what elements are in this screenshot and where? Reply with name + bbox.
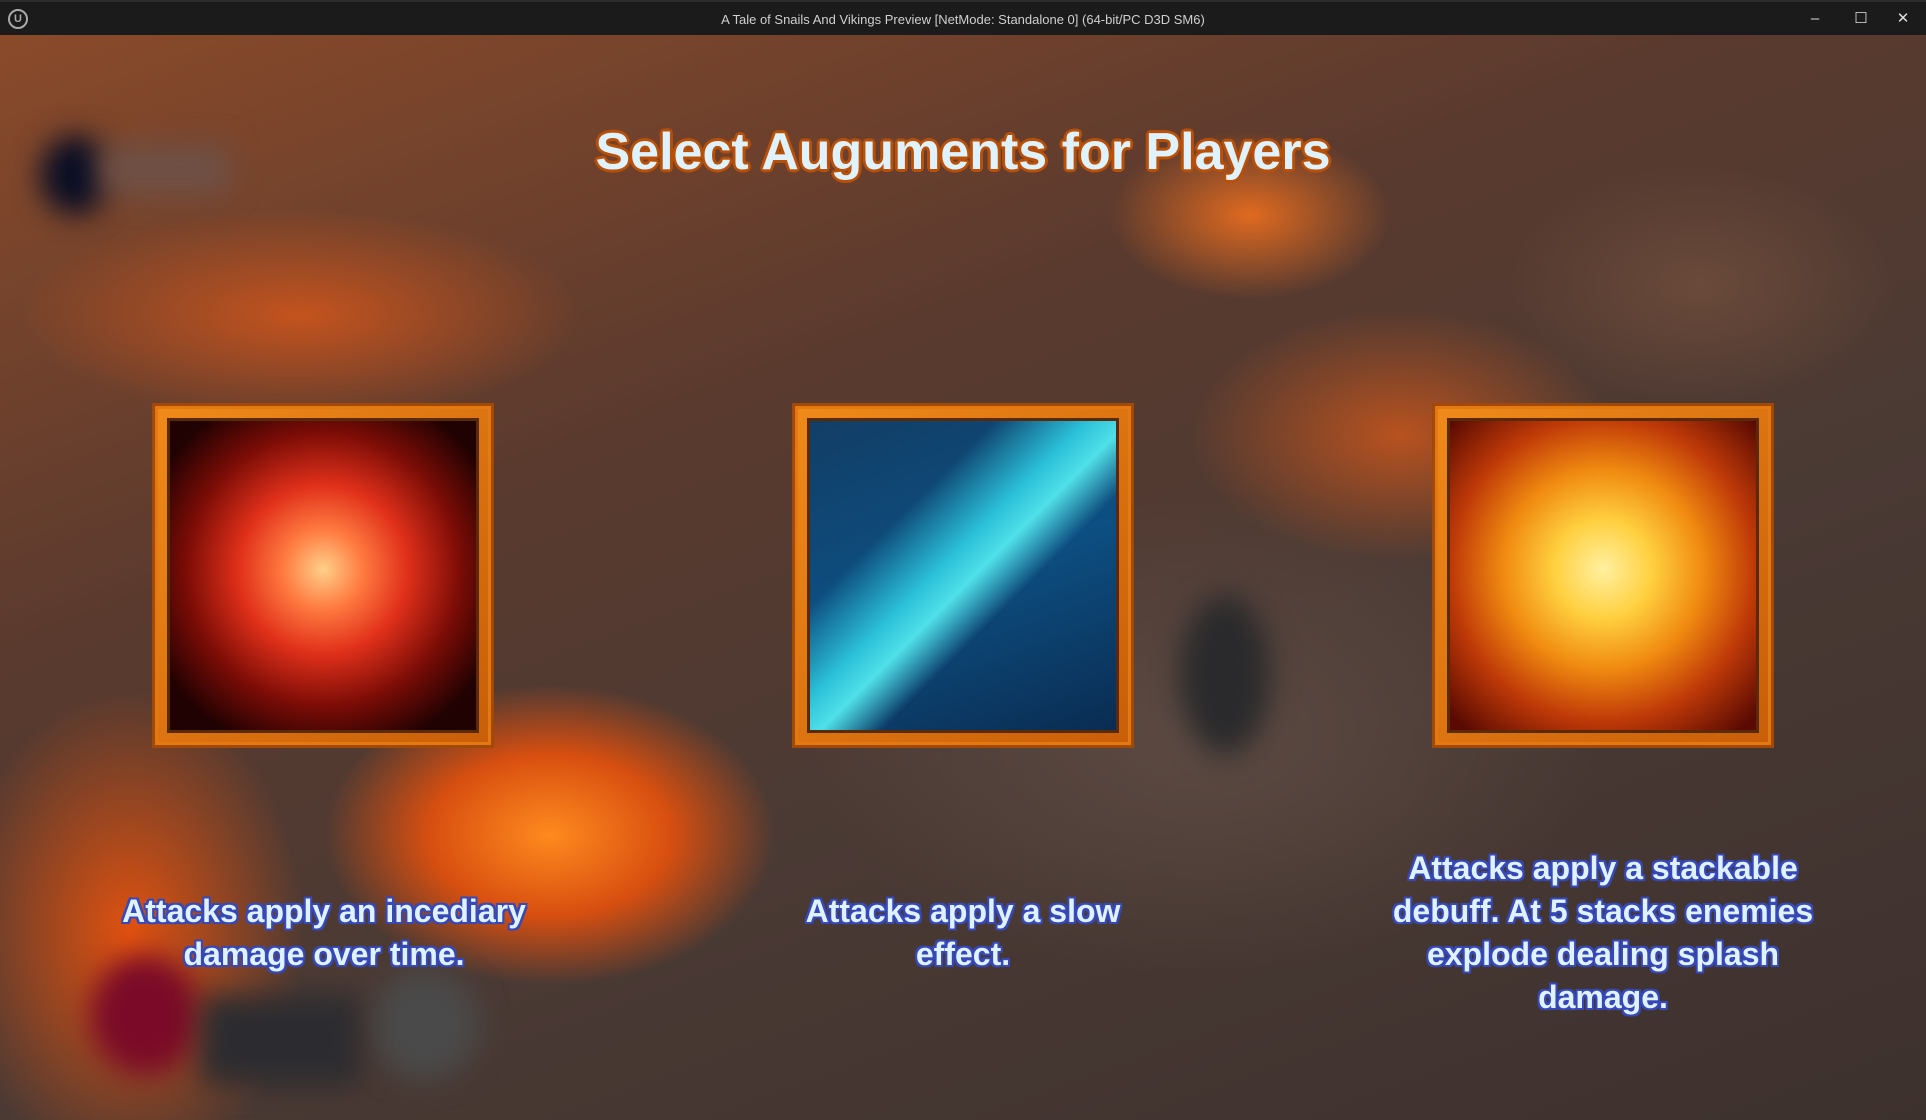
page-title: Select Auguments for Players	[595, 123, 1331, 181]
blurred-mana-orb	[370, 970, 480, 1080]
close-button[interactable]: ✕	[1888, 6, 1918, 32]
augment-description-slow: Attacks apply a slow effect.	[805, 893, 1121, 972]
maximize-button[interactable]: ☐	[1846, 6, 1876, 32]
augment-description-incendiary: Attacks apply an incediary damage over t…	[122, 893, 526, 972]
minimize-button[interactable]: –	[1800, 6, 1830, 32]
window-title: A Tale of Snails And Vikings Preview [Ne…	[721, 12, 1205, 27]
augment-card-slow[interactable]	[792, 403, 1134, 748]
fire-burst-icon	[167, 418, 479, 733]
augment-description-explosive: Attacks apply a stackable debuff. At 5 s…	[1392, 850, 1814, 1015]
augment-card-incendiary[interactable]	[152, 403, 494, 748]
window-titlebar: U A Tale of Snails And Vikings Preview […	[0, 0, 1926, 35]
blurred-skill-bar	[200, 995, 360, 1085]
augment-card-explosive[interactable]	[1432, 403, 1774, 748]
ice-shard-icon	[807, 418, 1119, 733]
explosion-icon	[1447, 418, 1759, 733]
blurred-player-character	[1180, 595, 1270, 755]
